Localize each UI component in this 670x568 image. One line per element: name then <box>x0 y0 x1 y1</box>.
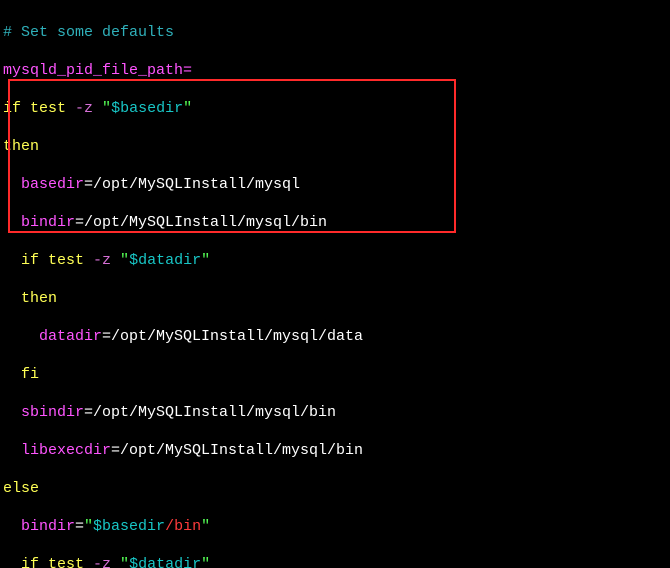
assign-value: =/opt/MySQLInstall/mysql/bin <box>84 404 336 421</box>
keyword-if: if <box>3 100 21 117</box>
code-line: bindir=/opt/MySQLInstall/mysql/bin <box>3 213 667 232</box>
code-line: libexecdir=/opt/MySQLInstall/mysql/bin <box>3 441 667 460</box>
code-line: if test -z "$basedir" <box>3 99 667 118</box>
code-line: sbindir=/opt/MySQLInstall/mysql/bin <box>3 403 667 422</box>
keyword-then: then <box>3 289 667 308</box>
code-line: if test -z "$datadir" <box>3 555 667 568</box>
flag: -z <box>93 556 120 568</box>
variable-name: bindir <box>21 518 75 535</box>
code-line: if test -z "$datadir" <box>3 251 667 270</box>
string-path: /bin <box>165 518 201 535</box>
string-var: $basedir <box>111 100 183 117</box>
string-quote: " <box>120 252 129 269</box>
flag: -z <box>75 100 102 117</box>
code-line: mysqld_pid_file_path= <box>3 61 667 80</box>
variable-name: datadir <box>39 328 102 345</box>
string-quote: " <box>183 100 192 117</box>
variable-name: mysqld_pid_file_path= <box>3 62 192 79</box>
variable-name: bindir <box>21 214 75 231</box>
string-quote: " <box>84 518 93 535</box>
keyword-fi: fi <box>3 365 667 384</box>
keyword-if: if <box>21 252 39 269</box>
variable-name: basedir <box>21 176 84 193</box>
code-line: bindir="$basedir/bin" <box>3 517 667 536</box>
assign-value: =/opt/MySQLInstall/mysql/bin <box>111 442 363 459</box>
builtin-test: test <box>21 100 75 117</box>
code-line: datadir=/opt/MySQLInstall/mysql/data <box>3 327 667 346</box>
string-quote: " <box>201 252 210 269</box>
flag: -z <box>93 252 120 269</box>
assign-value: =/opt/MySQLInstall/mysql/data <box>102 328 363 345</box>
assign-value: =/opt/MySQLInstall/mysql/bin <box>75 214 327 231</box>
keyword-then: then <box>3 137 667 156</box>
string-quote: " <box>120 556 129 568</box>
string-quote: " <box>102 100 111 117</box>
code-line: # Set some defaults <box>3 23 667 42</box>
keyword-if: if <box>21 556 39 568</box>
code-line: basedir=/opt/MySQLInstall/mysql <box>3 175 667 194</box>
string-var: $datadir <box>129 252 201 269</box>
variable-name: sbindir <box>21 404 84 421</box>
code-editor[interactable]: # Set some defaults mysqld_pid_file_path… <box>0 0 670 568</box>
string-var: $datadir <box>129 556 201 568</box>
string-var: $basedir <box>93 518 165 535</box>
builtin-test: test <box>39 556 93 568</box>
string-quote: " <box>201 556 210 568</box>
keyword-else: else <box>3 479 667 498</box>
equals: = <box>75 518 84 535</box>
string-quote: " <box>201 518 210 535</box>
assign-value: =/opt/MySQLInstall/mysql <box>84 176 300 193</box>
builtin-test: test <box>39 252 93 269</box>
variable-name: libexecdir <box>21 442 111 459</box>
